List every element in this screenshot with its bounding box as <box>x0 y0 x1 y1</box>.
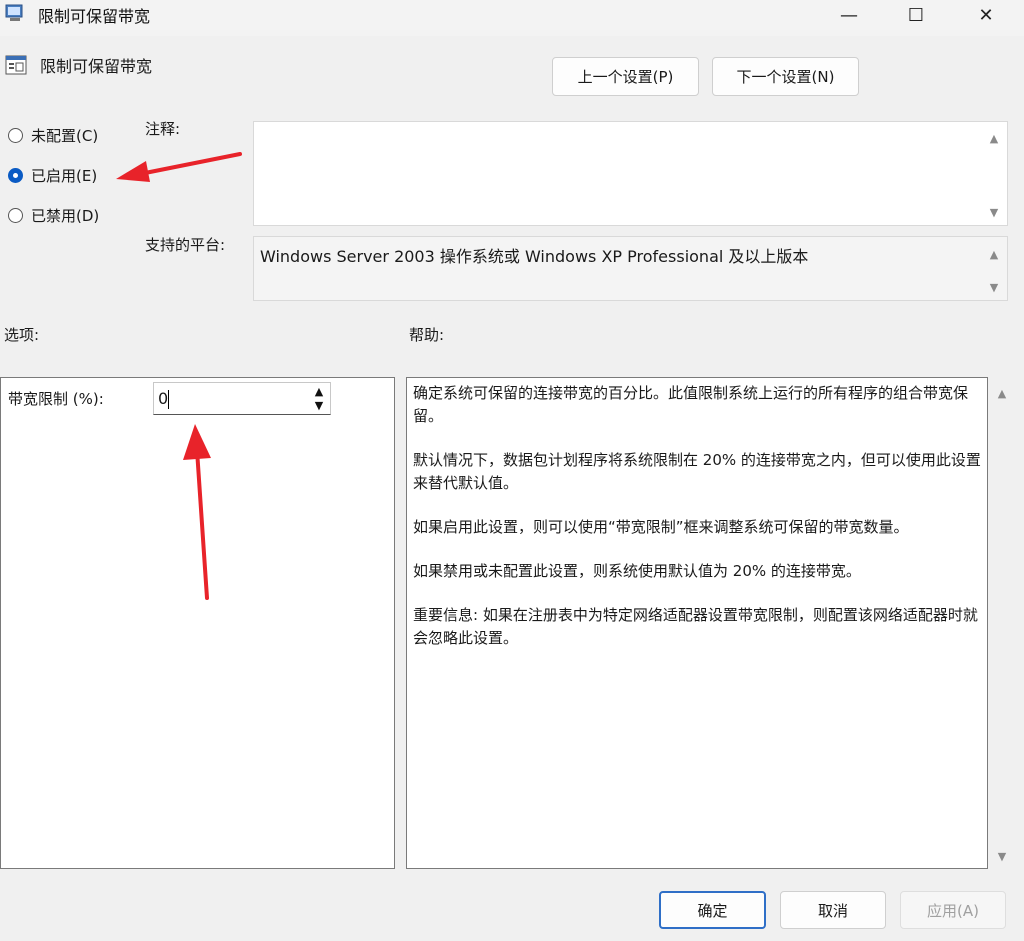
annotation-arrow-up <box>183 424 211 600</box>
apply-button[interactable]: 应用(A) <box>900 891 1006 929</box>
comment-textarea[interactable]: ▲ ▼ <box>253 121 1008 226</box>
platform-value: Windows Server 2003 操作系统或 Windows XP Pro… <box>260 247 809 266</box>
bandwidth-limit-input[interactable]: 0 ▲ ▼ <box>153 382 331 415</box>
next-setting-button[interactable]: 下一个设置(N) <box>712 57 859 96</box>
policy-setting-icon <box>5 54 27 76</box>
platform-label: 支持的平台: <box>145 236 226 254</box>
help-paragraph: 如果禁用或未配置此设置，则系统使用默认值为 20% 的连接带宽。 <box>413 562 861 580</box>
scroll-up-icon[interactable]: ▲ <box>987 247 1001 261</box>
cancel-button[interactable]: 取消 <box>780 891 886 929</box>
spin-down-icon[interactable]: ▼ <box>315 399 323 412</box>
radio-circle[interactable] <box>8 128 23 143</box>
bandwidth-limit-label: 带宽限制 (%): <box>8 390 104 408</box>
minimize-button[interactable]: — <box>826 0 872 30</box>
scroll-up-icon[interactable]: ▲ <box>987 131 1001 145</box>
help-paragraph: 默认情况下，数据包计划程序将系统限制在 20% 的连接带宽之内，但可以使用此设置… <box>413 451 981 492</box>
ok-button[interactable]: 确定 <box>659 891 766 929</box>
help-paragraph: 重要信息: 如果在注册表中为特定网络适配器设置带宽限制，则配置该网络适配器时就会… <box>413 606 978 647</box>
setting-title: 限制可保留带宽 <box>40 57 153 76</box>
help-text: 确定系统可保留的连接带宽的百分比。此值限制系统上运行的所有程序的组合带宽保留。 … <box>413 382 983 671</box>
help-label: 帮助: <box>409 326 445 344</box>
spin-up-icon[interactable]: ▲ <box>315 385 323 398</box>
help-paragraph: 确定系统可保留的连接带宽的百分比。此值限制系统上运行的所有程序的组合带宽保留。 <box>413 384 969 425</box>
scroll-down-icon[interactable]: ▼ <box>987 280 1001 294</box>
radio-circle-checked[interactable] <box>8 168 23 183</box>
help-paragraph: 如果启用此设置，则可以使用“带宽限制”框来调整系统可保留的带宽数量。 <box>413 518 909 536</box>
radio-disabled[interactable]: 已禁用(D) <box>8 205 99 226</box>
close-button[interactable]: ✕ <box>963 0 1009 30</box>
help-panel: 确定系统可保留的连接带宽的百分比。此值限制系统上运行的所有程序的组合带宽保留。 … <box>406 377 988 869</box>
text-caret <box>168 390 169 409</box>
radio-not-configured[interactable]: 未配置(C) <box>8 125 98 146</box>
previous-setting-button[interactable]: 上一个设置(P) <box>552 57 699 96</box>
radio-label: 已启用(E) <box>31 167 98 185</box>
bandwidth-limit-value: 0 <box>158 389 169 408</box>
spin-buttons[interactable]: ▲ ▼ <box>310 385 328 412</box>
window-title: 限制可保留带宽 <box>38 7 151 26</box>
policy-app-icon <box>4 2 26 24</box>
radio-circle[interactable] <box>8 208 23 223</box>
radio-label: 已禁用(D) <box>31 207 100 225</box>
annotation-arrow-left <box>116 152 242 182</box>
maximize-button[interactable]: ☐ <box>893 0 939 30</box>
platform-textbox[interactable]: Windows Server 2003 操作系统或 Windows XP Pro… <box>253 236 1008 301</box>
scroll-down-icon[interactable]: ▼ <box>987 205 1001 219</box>
comment-label: 注释: <box>145 120 181 138</box>
radio-label: 未配置(C) <box>31 127 99 145</box>
options-label: 选项: <box>4 326 40 344</box>
radio-enabled[interactable]: 已启用(E) <box>8 165 97 186</box>
help-scroll-down-icon[interactable]: ▼ <box>995 849 1009 863</box>
help-scroll-up-icon[interactable]: ▲ <box>995 386 1009 400</box>
